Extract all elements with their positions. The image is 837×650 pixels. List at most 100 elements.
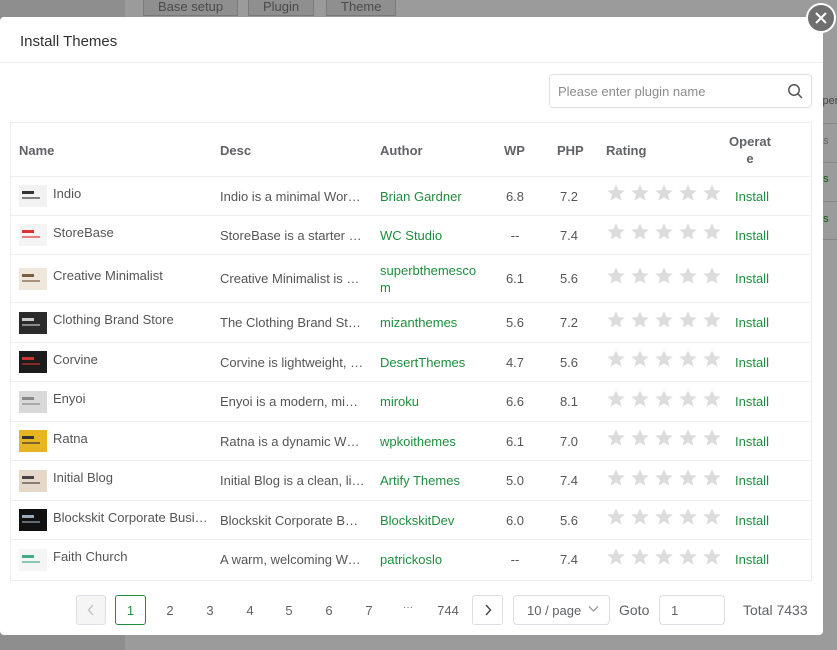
theme-thumbnail	[19, 351, 47, 373]
table-row: Faith Church A warm, welcoming WordPress …	[11, 540, 811, 579]
theme-php-version: 5.6	[559, 354, 579, 370]
theme-desc-cell: Initial Blog is a clean, light theme	[220, 461, 365, 500]
theme-operate-cell: Install	[735, 422, 775, 460]
page-size-select[interactable]: 10 / page	[513, 595, 610, 625]
rating-stars	[606, 428, 722, 448]
page-number-button[interactable]: 744	[430, 595, 466, 625]
page-number-button[interactable]: 7	[354, 595, 384, 625]
star-icon	[655, 311, 673, 328]
star-icon	[655, 184, 673, 201]
page-size-value: 10 / page	[527, 602, 582, 618]
theme-name: Clothing Brand Store	[53, 312, 174, 327]
table-row: Blockskit Corporate Business Blockskit Co…	[11, 501, 811, 540]
bg-tab-base-setup: Base setup	[143, 0, 239, 16]
theme-operate-cell: Install	[735, 461, 775, 500]
install-button[interactable]: Install	[735, 434, 769, 449]
star-icon	[703, 548, 721, 565]
star-icon	[679, 469, 697, 486]
theme-name: Ratna	[53, 430, 88, 446]
install-button[interactable]: Install	[735, 271, 769, 286]
theme-thumbnail	[19, 267, 47, 290]
star-icon	[631, 350, 649, 367]
theme-wp-version: 6.6	[505, 394, 525, 409]
next-page-button[interactable]	[472, 595, 503, 625]
col-operate-header: Operate	[729, 134, 771, 166]
theme-author-link[interactable]: Brian Gardner	[380, 188, 462, 205]
theme-operate-cell: Install	[735, 382, 775, 421]
page-ellipsis[interactable]: ···	[393, 595, 423, 625]
theme-operate-cell: Install	[735, 255, 775, 302]
install-button[interactable]: Install	[735, 315, 769, 330]
search-icon[interactable]	[779, 83, 811, 99]
search-input[interactable]	[550, 76, 779, 106]
theme-name-cell: Initial Blog	[19, 461, 209, 500]
star-icon	[607, 184, 625, 201]
page-number-button[interactable]: 5	[274, 595, 304, 625]
star-icon	[679, 184, 697, 201]
theme-rating	[606, 382, 726, 421]
theme-php-version: 7.2	[559, 315, 579, 330]
close-button[interactable]	[806, 3, 836, 33]
theme-author-link[interactable]: patrickoslo	[380, 551, 442, 568]
star-icon	[631, 390, 649, 407]
install-button[interactable]: Install	[735, 394, 769, 409]
search-box	[549, 74, 812, 108]
table-body: Indio Indio is a minimal WordPress theme B…	[11, 177, 811, 579]
rating-stars	[606, 389, 722, 409]
table-row: StoreBase StoreBase is a starter theme WC …	[11, 216, 811, 255]
page-number-button[interactable]: 6	[314, 595, 344, 625]
install-button[interactable]: Install	[735, 552, 769, 567]
theme-desc: The Clothing Brand Store theme	[220, 315, 365, 330]
theme-operate-cell: Install	[735, 216, 775, 254]
theme-author-link[interactable]: miroku	[380, 393, 419, 410]
theme-author-link[interactable]: DesertThemes	[380, 354, 465, 371]
themes-table: Name Desc Author WP PHP Rating Operate I…	[10, 122, 812, 581]
theme-author-link[interactable]: WC Studio	[380, 227, 442, 244]
page-number-button[interactable]: 4	[235, 595, 265, 625]
theme-desc: Enyoi is a modern, minimal theme	[220, 394, 365, 409]
install-button[interactable]: Install	[735, 189, 769, 204]
star-icon	[703, 390, 721, 407]
theme-rating	[606, 216, 726, 254]
theme-wp-version: --	[510, 227, 520, 243]
theme-name-cell: StoreBase	[19, 216, 209, 254]
theme-author-cell: patrickoslo	[380, 540, 482, 579]
rating-stars	[606, 266, 722, 286]
theme-author-link[interactable]: superbthemescom	[380, 262, 482, 296]
theme-author-link[interactable]: mizanthemes	[380, 314, 457, 331]
bg-tab-plugin: Plugin	[248, 0, 315, 16]
theme-operate-cell: Install	[735, 501, 775, 539]
table-row: Creative Minimalist Creative Minimalist i…	[11, 255, 811, 303]
theme-author-cell: Brian Gardner	[380, 177, 482, 215]
page-number-button[interactable]: 3	[195, 595, 225, 625]
star-icon	[655, 350, 673, 367]
star-icon	[631, 429, 649, 446]
star-icon	[679, 350, 697, 367]
page-number-button[interactable]: 2	[155, 595, 185, 625]
theme-author-link[interactable]: BlockskitDev	[380, 512, 454, 529]
prev-page-button[interactable]	[76, 595, 106, 625]
theme-desc: Ratna is a dynamic WP theme	[220, 433, 365, 449]
goto-label: Goto	[619, 602, 650, 618]
install-button[interactable]: Install	[735, 473, 769, 488]
theme-wp-version: 6.0	[505, 512, 525, 528]
theme-author-cell: WC Studio	[380, 216, 482, 254]
theme-author-link[interactable]: wpkoithemes	[380, 433, 456, 450]
theme-wp-version: 6.8	[505, 188, 525, 204]
theme-author-link[interactable]: Artify Themes	[380, 472, 460, 489]
total-count: Total 7433	[743, 602, 808, 618]
theme-name: StoreBase	[53, 224, 114, 240]
star-icon	[703, 350, 721, 367]
theme-thumbnail	[19, 185, 47, 207]
star-icon	[607, 350, 625, 367]
install-button[interactable]: Install	[735, 355, 769, 370]
install-button[interactable]: Install	[735, 228, 769, 243]
goto-page-input[interactable]	[659, 595, 725, 625]
rating-stars	[606, 310, 722, 330]
theme-desc: A warm, welcoming WordPress theme	[220, 552, 365, 567]
rating-stars	[606, 222, 722, 242]
page-number-button[interactable]: 1	[115, 595, 146, 625]
install-button[interactable]: Install	[735, 513, 769, 528]
theme-name: Blockskit Corporate Business	[53, 509, 209, 525]
theme-name: Indio	[53, 185, 82, 201]
